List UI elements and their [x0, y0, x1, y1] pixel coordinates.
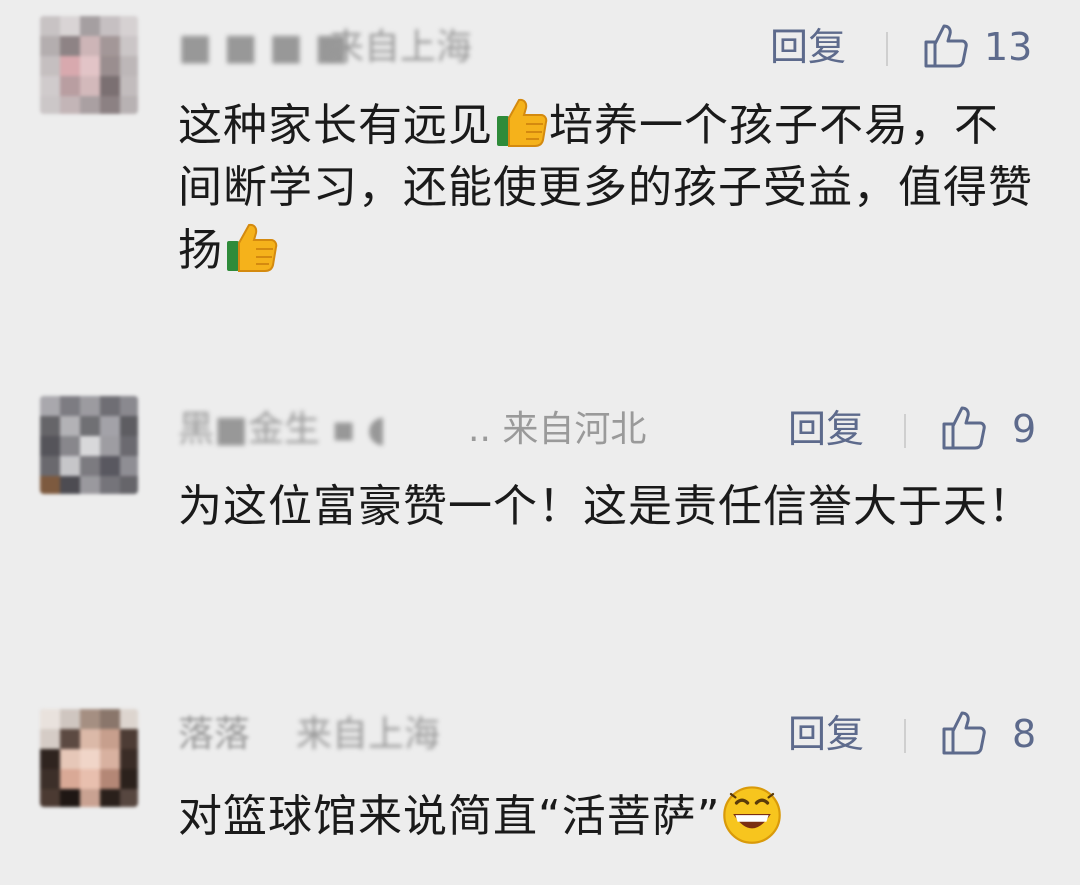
avatar[interactable]: [40, 709, 138, 807]
comment-text-part: 对篮球馆来说简直“活菩萨”: [178, 791, 721, 842]
divider: [904, 414, 906, 448]
thumbs-up-icon[interactable]: [922, 22, 970, 70]
location-label: 来自上海: [296, 714, 441, 755]
comment-item: 落落 来自上海 回复 8 对篮球馆来说简直“活菩萨”: [0, 695, 1080, 885]
like-count: 9: [1012, 407, 1037, 451]
reply-button[interactable]: 回复: [788, 711, 864, 757]
divider: [904, 719, 906, 753]
user-name[interactable]: 黑■金生 ▪ ◖: [178, 408, 386, 452]
location-label: .. 来自河北: [468, 409, 647, 450]
like-count: 13: [984, 25, 1033, 69]
comment-header: 落落 来自上海 回复 8: [178, 709, 1038, 769]
avatar[interactable]: [40, 396, 138, 494]
user-name[interactable]: 落落: [178, 713, 250, 757]
thumbs-up-icon[interactable]: [940, 404, 988, 452]
thumbs-up-emoji: [227, 223, 278, 272]
comment-text: 为这位富豪赞一个！这是责任信誉大于天！: [178, 481, 1033, 532]
comment-header: 黑■金生 ▪ ◖ .. 来自河北 回复 9: [178, 404, 1038, 464]
comment-text-part: 这种家长有远见: [178, 100, 493, 151]
comment-header: ■ ■ ■ ■ 来自上海 回复 13: [178, 22, 1038, 82]
location-label: 来自上海: [328, 27, 473, 68]
avatar[interactable]: [40, 16, 138, 114]
comment-item: ■ ■ ■ ■ 来自上海 回复 13 这种家长有远见 培养一个孩子不易，不间断学习…: [0, 0, 1080, 330]
user-name[interactable]: ■ ■ ■ ■: [178, 26, 348, 70]
comment-item: 黑■金生 ▪ ◖ .. 来自河北 回复 9 为这位富豪赞一个！这是责任信誉大于天…: [0, 380, 1080, 640]
comment-text: 对篮球馆来说简直“活菩萨”: [178, 783, 1038, 848]
reply-button[interactable]: 回复: [788, 406, 864, 452]
thumbs-up-emoji: [497, 98, 548, 147]
thumbs-up-icon[interactable]: [940, 709, 988, 757]
reply-button[interactable]: 回复: [770, 24, 846, 70]
like-count: 8: [1012, 712, 1037, 756]
comment-text: 这种家长有远见 培养一个孩子不易，不间断学习，还能使更多的孩子受益，值得赞扬: [178, 94, 1038, 282]
divider: [886, 32, 888, 66]
grinning-face-emoji: [722, 786, 781, 844]
